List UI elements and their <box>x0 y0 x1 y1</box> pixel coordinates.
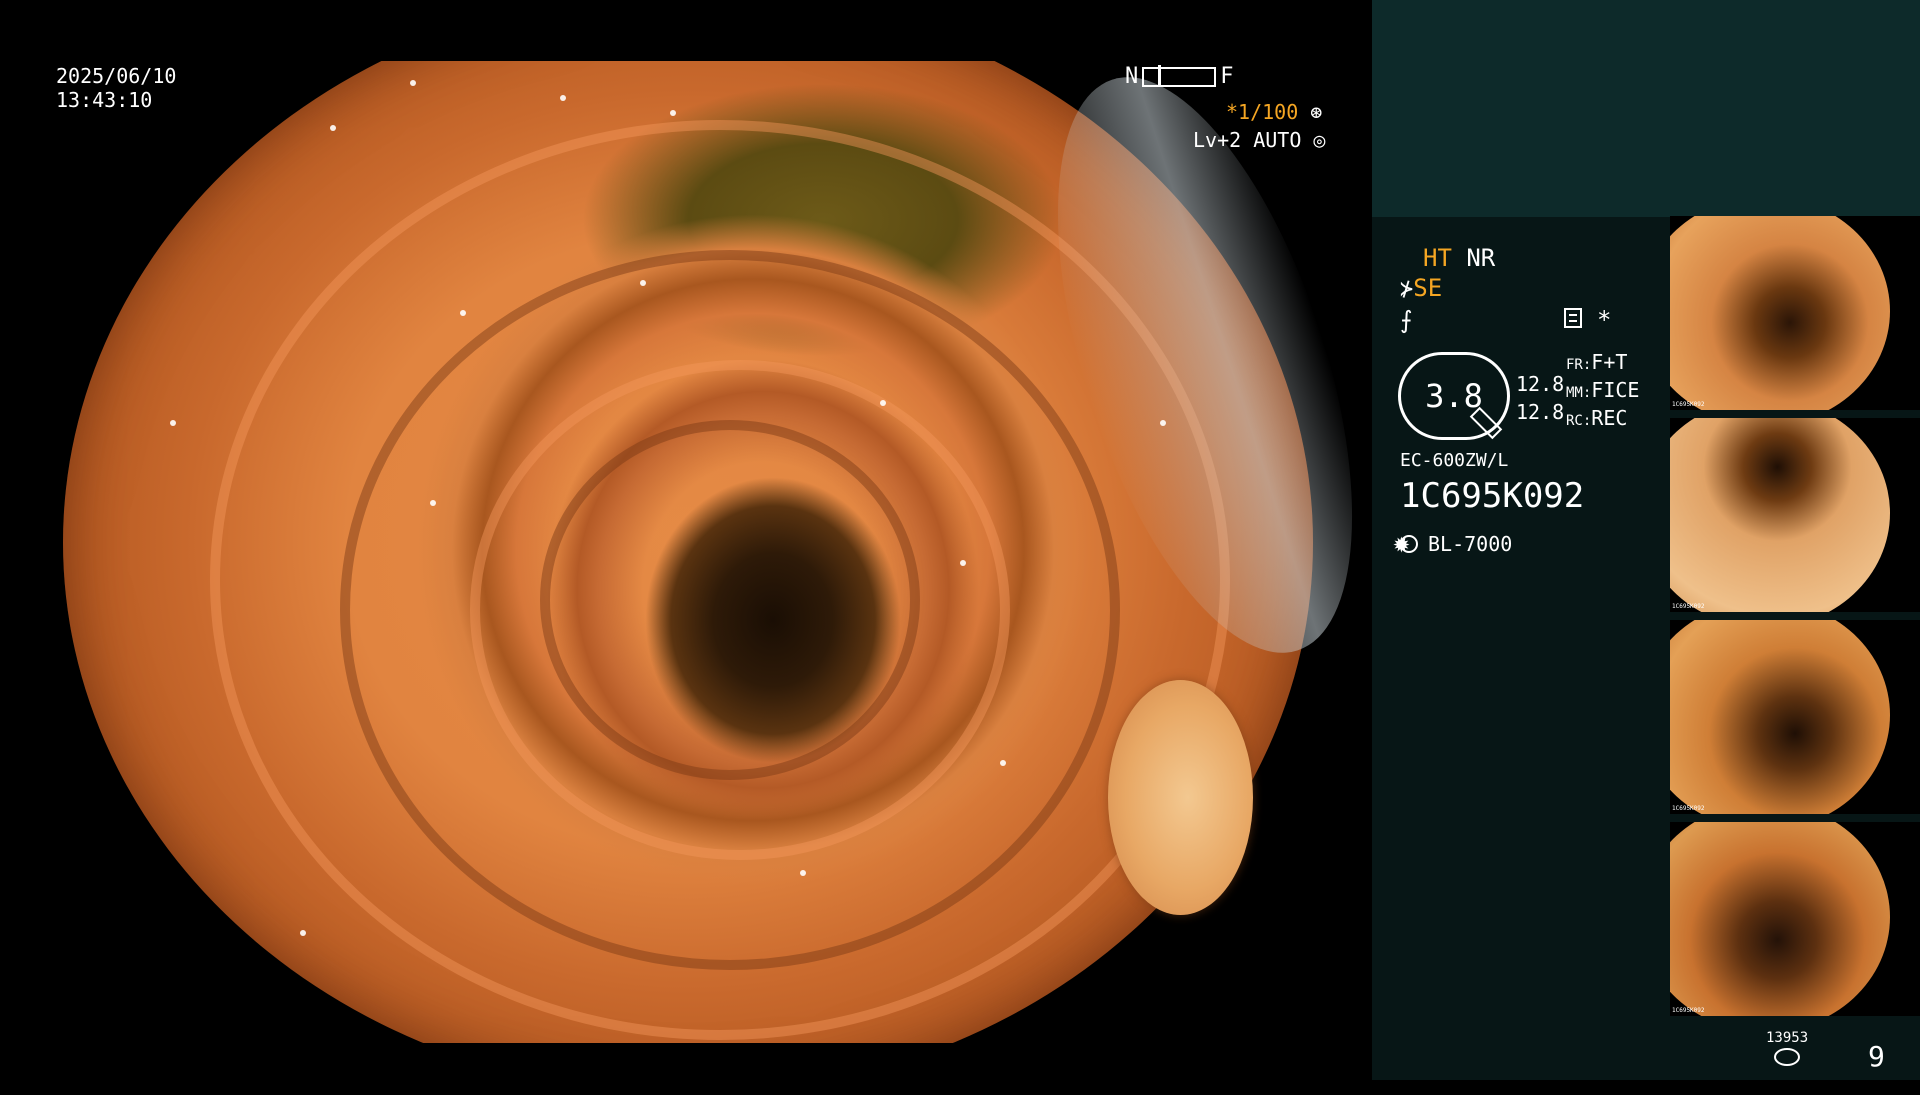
focus-bar <box>1142 64 1217 87</box>
date-text: 2025/06/10 <box>56 64 177 88</box>
specular-highlight <box>640 280 646 286</box>
asterisk-icon: * <box>1597 306 1612 334</box>
specular-highlight <box>430 500 436 506</box>
thumbnail-image <box>1670 822 1890 1016</box>
mm-value: FICE <box>1591 378 1640 402</box>
ht-label: HT <box>1423 244 1452 272</box>
specular-highlight <box>1160 420 1166 426</box>
level-text: Lv+2 AUTO <box>1193 128 1302 152</box>
near-label: N <box>1125 64 1139 89</box>
reading-2: 12.8 <box>1516 400 1565 424</box>
iris-icon: ⊛ <box>1310 100 1323 124</box>
scope-model: EC-600ZW/L <box>1400 450 1509 471</box>
specular-highlight <box>330 125 336 131</box>
thumbnail-image <box>1670 216 1890 410</box>
nr-label: NR <box>1466 244 1496 272</box>
storage-icon <box>1774 1048 1800 1066</box>
thumbnail-caption: 1C695K092 <box>1672 1007 1705 1014</box>
auto-icon: ◎ <box>1313 128 1326 152</box>
scope-serial: 1C695K092 <box>1400 476 1585 516</box>
color-mode-icon: ⨍ <box>1400 306 1413 334</box>
endoscope-view: 2025/06/10 13:43:10 N F *1/100 ⊛ Lv+2 AU… <box>0 0 1412 1080</box>
memo-icon <box>1564 308 1582 328</box>
zoom-value: 3.8 <box>1425 377 1483 415</box>
near-far-indicator: N F <box>1125 64 1234 89</box>
fr-key: FR: <box>1566 357 1592 373</box>
ht-nr-status: HT NR <box>1423 244 1495 272</box>
mm-key: MM: <box>1566 385 1592 401</box>
rc-value: REC <box>1591 406 1628 430</box>
light-source: BL-7000 <box>1393 526 1513 559</box>
thumbnail-caption: 1C695K092 <box>1672 401 1705 408</box>
structure-enhancement: ⊁SE <box>1400 274 1442 302</box>
readings: 12.8 12.8 <box>1516 370 1564 426</box>
rc-key: RC: <box>1566 413 1592 429</box>
polyp-lesion <box>1108 680 1253 915</box>
se-label: SE <box>1413 274 1443 302</box>
thumbnail-image <box>1670 418 1890 612</box>
specular-highlight <box>1000 760 1006 766</box>
mode-labels: FR:F+T MM:FICE RC:REC <box>1566 350 1639 434</box>
specular-highlight <box>410 80 416 86</box>
thumbnail-caption: 1C695K092 <box>1672 603 1705 610</box>
thumbnail-caption: 1C695K092 <box>1672 805 1705 812</box>
reading-1: 12.8 <box>1516 372 1565 396</box>
specular-highlight <box>880 400 886 406</box>
light-icon <box>1393 526 1418 559</box>
enhance-icon: ⊁ <box>1400 277 1414 302</box>
specular-highlight <box>460 310 466 316</box>
specular-highlight <box>670 110 676 116</box>
specular-highlight <box>800 870 806 876</box>
far-label: F <box>1220 64 1234 89</box>
thumbnail[interactable]: 1C695K092 <box>1670 822 1920 1016</box>
fr-value: F+T <box>1591 350 1628 374</box>
image-counter: 9 <box>1868 1040 1885 1073</box>
specular-highlight <box>560 95 566 101</box>
light-source-label: BL-7000 <box>1428 532 1513 556</box>
info-panel-top <box>1372 0 1920 217</box>
thumbnail[interactable]: 1C695K092 <box>1670 418 1920 612</box>
shutter-speed: *1/100 ⊛ <box>1226 100 1322 124</box>
image-counter-small: 13953 <box>1766 1030 1809 1046</box>
shutter-text: *1/100 <box>1226 100 1299 124</box>
thumbnail[interactable]: 1C695K092 <box>1670 620 1920 814</box>
date-time: 2025/06/10 13:43:10 <box>56 64 176 112</box>
thumbnail[interactable]: 1C695K092 <box>1670 216 1920 410</box>
time-text: 13:43:10 <box>56 88 153 112</box>
thumbnail-strip: 1C695K092 1C695K092 1C695K092 1C695K092 <box>1670 216 1920 1024</box>
brightness-level: Lv+2 AUTO ◎ <box>1193 128 1325 152</box>
specular-highlight <box>300 930 306 936</box>
specular-highlight <box>960 560 966 566</box>
thumbnail-image <box>1670 620 1890 814</box>
specular-highlight <box>170 420 176 426</box>
